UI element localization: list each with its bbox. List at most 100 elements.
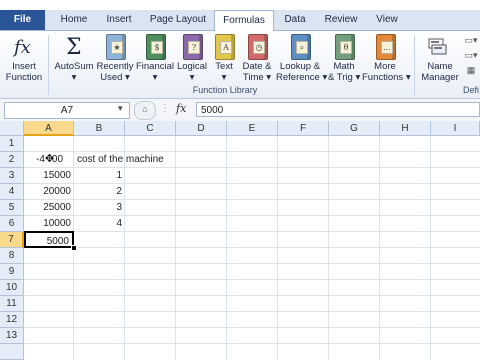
select-all-corner[interactable] [0, 121, 24, 136]
row-header-6[interactable]: 6 [0, 216, 24, 232]
row-header-5[interactable]: 5 [0, 200, 24, 216]
text-dropdown-icon: ▾ [221, 72, 227, 83]
gridline [24, 311, 480, 312]
cell-b6[interactable]: 4 [74, 216, 125, 232]
define-name-icon: ▭▾ [464, 35, 478, 45]
cell-a3[interactable]: 15000 [24, 168, 74, 184]
expand-formula-icon[interactable]: ⌂ [134, 101, 156, 120]
cell-b3[interactable]: 1 [74, 168, 125, 184]
row-header-10[interactable]: 10 [0, 280, 24, 296]
autosum-button[interactable]: Σ AutoSum ▾ [52, 33, 96, 85]
text-label: Text [215, 61, 233, 72]
defined-names-group-label: Defi [462, 85, 479, 95]
math-trig-label-1: Math [333, 61, 355, 72]
column-header-b[interactable]: B [74, 121, 125, 136]
cell-b4[interactable]: 2 [74, 184, 125, 200]
logical-dropdown-icon: ▾ [189, 72, 195, 83]
name-manager-label-2: Manager [421, 72, 459, 83]
row-header-8[interactable]: 8 [0, 248, 24, 264]
tab-page-layout[interactable]: Page Layout [144, 10, 212, 30]
cell-a6[interactable]: 10000 [24, 216, 74, 232]
column-header-h[interactable]: H [380, 121, 431, 136]
cell-a4[interactable]: 20000 [24, 184, 74, 200]
autosum-dropdown-icon: ▾ [71, 72, 77, 83]
text-book-icon: A [211, 33, 237, 60]
logical-button[interactable]: ? Logical ▾ [176, 33, 208, 85]
tab-file[interactable]: File [0, 10, 45, 30]
more-functions-books-icon: … [372, 33, 398, 60]
tab-data[interactable]: Data [276, 10, 314, 30]
column-header-f[interactable]: F [278, 121, 329, 136]
logical-label: Logical [176, 61, 208, 72]
row-header-4[interactable]: 4 [0, 184, 24, 200]
row-header-13[interactable]: 13 [0, 328, 24, 344]
name-manager-button[interactable]: Name Manager [418, 33, 462, 85]
name-box[interactable]: A7 [4, 102, 130, 119]
more-functions-button[interactable]: … More Functions ▾ [362, 33, 411, 85]
recently-used-button[interactable]: ★ Recently Used ▾ [96, 33, 134, 85]
formula-input[interactable]: 5000 [196, 102, 480, 117]
fx-insert-function-icon[interactable]: fx [176, 102, 186, 115]
lookup-reference-label-2: Reference ▾ [276, 72, 328, 83]
ribbon-tab-bar: File Home Insert Page Layout Formulas Da… [0, 10, 480, 32]
svg-text:fx: fx [12, 37, 31, 58]
fill-handle[interactable] [71, 245, 77, 251]
cell-a5[interactable]: 25000 [24, 200, 74, 216]
row-header-7[interactable]: 7 [0, 232, 24, 248]
lookup-reference-label-1: Lookup & [279, 61, 321, 72]
use-in-formula-icon: ▭▾ [464, 50, 478, 60]
row-header-2[interactable]: 2 [0, 152, 24, 168]
column-header-e[interactable]: E [227, 121, 278, 136]
tab-formulas[interactable]: Formulas [214, 10, 274, 32]
column-header-a[interactable]: A [24, 121, 74, 136]
cell-a2[interactable]: -4✥00 [36, 152, 74, 168]
cursor-icon: ✥ [44, 153, 55, 166]
gridline [24, 327, 480, 328]
worksheet-grid: A B C D E F G H I 1 2 3 4 5 6 7 8 9 10 1… [0, 121, 480, 360]
row-header-9[interactable]: 9 [0, 264, 24, 280]
row-header-12[interactable]: 12 [0, 312, 24, 328]
insert-function-label-2: Function [5, 72, 43, 83]
date-time-book-icon: ◷ [244, 33, 270, 60]
cell-b2[interactable]: cost of the machine [76, 152, 197, 168]
tab-view[interactable]: View [368, 10, 406, 30]
column-header-g[interactable]: G [329, 121, 380, 136]
text-button[interactable]: A Text ▾ [210, 33, 238, 85]
cell-a2-prefix: -4 [36, 154, 45, 165]
function-library-group-label: Function Library [192, 85, 258, 95]
autosum-label: AutoSum [54, 61, 94, 72]
lookup-reference-button[interactable]: ⌕ Lookup & Reference ▾ [276, 33, 328, 85]
tab-review[interactable]: Review [318, 10, 364, 30]
formula-bar: A7 ▾ ⌂ ⋮ fx 5000 [0, 99, 480, 122]
column-header-d[interactable]: D [176, 121, 227, 136]
financial-dropdown-icon: ▾ [152, 72, 158, 83]
gridline [24, 343, 480, 344]
ribbon-formulas: fx Insert Function Σ AutoSum ▾ ★ Recentl… [0, 31, 480, 99]
cell-b5[interactable]: 3 [74, 200, 125, 216]
define-name-icons[interactable]: ▭▾ ▭▾ ▦ [462, 33, 480, 85]
column-header-i[interactable]: I [431, 121, 480, 136]
financial-label: Financial [135, 61, 175, 72]
column-header-c[interactable]: C [125, 121, 176, 136]
row-header-14-partial[interactable] [0, 344, 24, 360]
name-box-dropdown-icon[interactable]: ▾ [118, 103, 123, 114]
recently-used-label-1: Recently [96, 61, 134, 72]
date-time-button[interactable]: ◷ Date & Time ▾ [240, 33, 274, 85]
ribbon-separator [414, 35, 415, 95]
financial-button[interactable]: $ Financial ▾ [134, 33, 176, 85]
insert-function-button[interactable]: fx Insert Function [4, 33, 44, 85]
row-header-3[interactable]: 3 [0, 168, 24, 184]
math-trig-button[interactable]: θ Math & Trig ▾ [328, 33, 360, 85]
excel-window: File Home Insert Page Layout Formulas Da… [0, 0, 480, 360]
row-header-11[interactable]: 11 [0, 296, 24, 312]
cell-a7-selected[interactable]: 5000 [24, 231, 74, 248]
cell-a2-suffix: 00 [51, 154, 64, 165]
row-header-1[interactable]: 1 [0, 136, 24, 152]
financial-book-icon: $ [142, 33, 168, 60]
tab-insert[interactable]: Insert [98, 10, 140, 30]
tab-home[interactable]: Home [52, 10, 96, 30]
date-time-label-2: Time ▾ [242, 72, 272, 83]
insert-function-label-1: Insert [12, 61, 36, 72]
create-from-selection-icon: ▦ [466, 65, 476, 75]
sigma-icon: Σ [61, 33, 87, 60]
